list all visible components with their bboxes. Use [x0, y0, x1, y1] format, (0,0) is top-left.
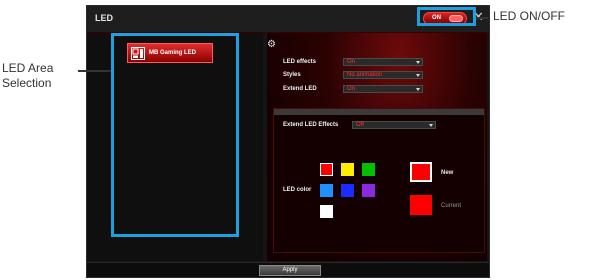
extend-led-effects-label: Extend LED Effects	[283, 122, 339, 128]
chevron-down-icon	[416, 74, 420, 77]
apply-label: Apply	[282, 267, 298, 273]
extend-led-effects-value: Off	[356, 122, 364, 128]
chevron-down-icon	[429, 124, 433, 127]
highlight-led-onoff	[417, 7, 476, 26]
led-effects-value: On	[347, 59, 356, 65]
current-color-preview	[410, 195, 432, 215]
swatch-blue[interactable]	[341, 184, 354, 197]
callout-line-left	[78, 70, 111, 72]
extend-led-value: On	[347, 86, 356, 92]
gear-icon[interactable]: ⚙	[267, 39, 276, 50]
swatch-green[interactable]	[362, 163, 375, 176]
styles-value: No animation	[347, 72, 383, 78]
styles-label: Styles	[283, 72, 301, 78]
extend-led-dropdown[interactable]: On	[343, 85, 423, 93]
led-effects-dropdown[interactable]: On	[343, 58, 423, 66]
styles-dropdown[interactable]: No animation	[343, 71, 423, 79]
chevron-down-icon	[416, 88, 420, 91]
extend-led-label: Extend LED	[283, 86, 317, 92]
apply-button[interactable]: Apply	[259, 265, 321, 276]
swatch-purple[interactable]	[362, 184, 375, 197]
window-title: LED	[95, 13, 113, 23]
extend-led-effects-box	[273, 108, 485, 253]
swatch-light-blue[interactable]	[320, 184, 333, 197]
led-color-label: LED color	[283, 187, 312, 193]
new-color-label: New	[441, 170, 454, 176]
highlight-led-area	[111, 33, 239, 237]
led-onoff-callout: LED ON/OFF	[493, 9, 566, 23]
led-effects-label: LED effects	[283, 59, 317, 65]
led-area-selection-callout: LED Area Selection	[2, 61, 54, 90]
callout-line-right	[476, 17, 488, 19]
chevron-down-icon	[416, 61, 420, 64]
swatch-white[interactable]	[320, 205, 333, 218]
swatch-yellow[interactable]	[341, 163, 354, 176]
current-color-label: Current	[441, 203, 462, 209]
swatch-red[interactable]	[320, 163, 333, 176]
new-color-preview	[410, 162, 432, 182]
extend-box-header	[274, 109, 484, 115]
extend-led-effects-dropdown[interactable]: Off	[352, 121, 436, 129]
